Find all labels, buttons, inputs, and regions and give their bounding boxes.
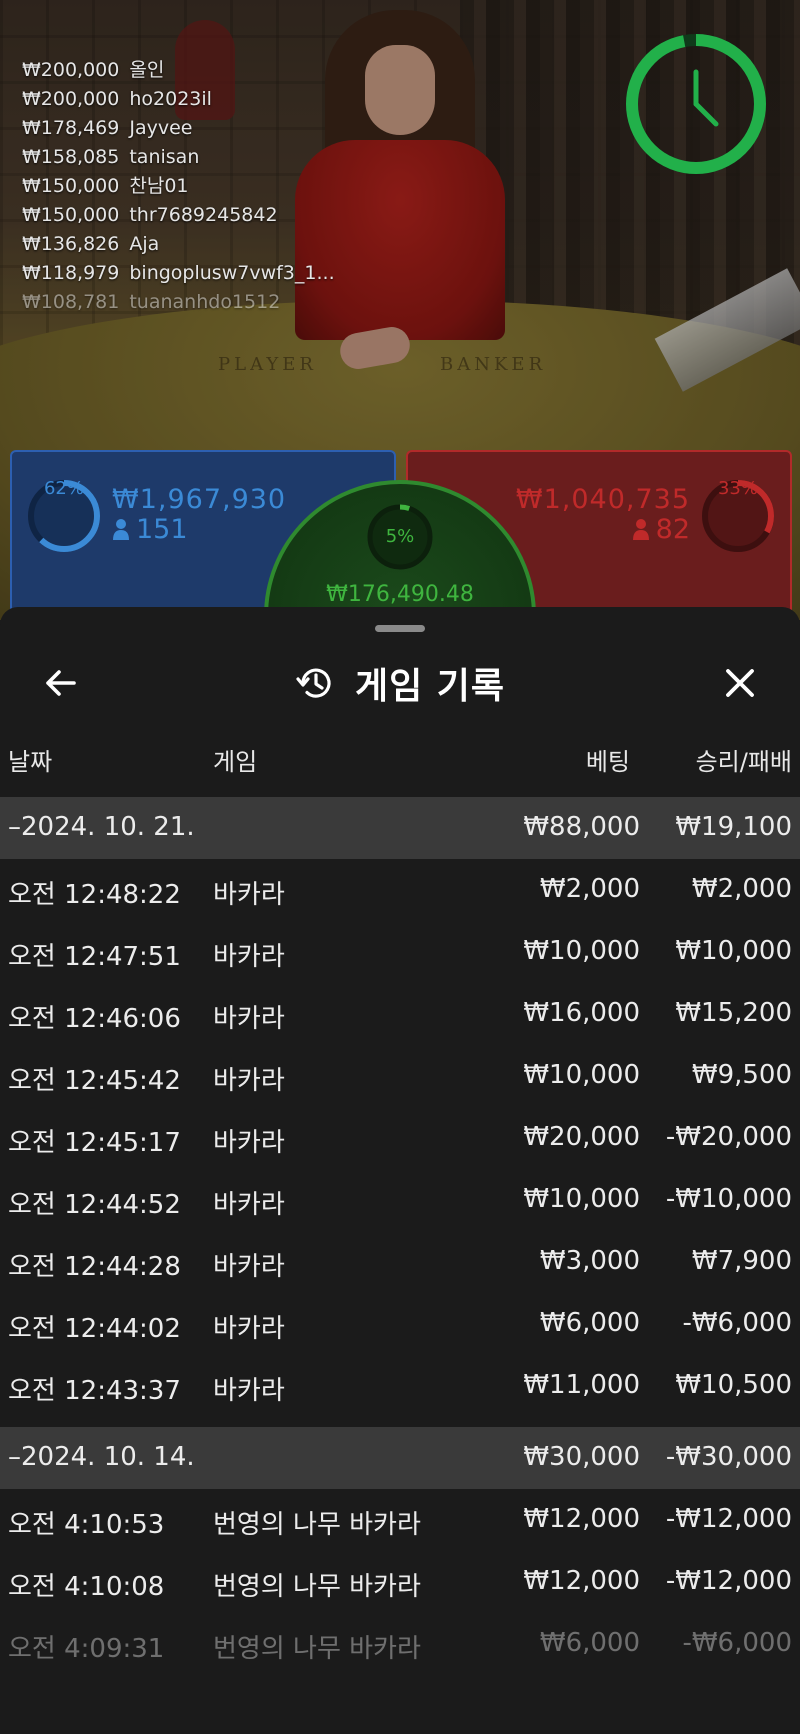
history-row[interactable]: 오전 4:09:31 번영의 나무 바카라 ₩6,000 -₩6,000 (0, 1613, 800, 1675)
player-percent: 62% (43, 478, 84, 499)
history-row[interactable]: 오전 12:44:28 바카라 ₩3,000 ₩7,900 (0, 1231, 800, 1293)
sheet-header: 게임 기록 (0, 647, 800, 719)
banker-bet-amount: ₩1,040,735 (515, 484, 690, 515)
column-game: 게임 (213, 748, 258, 776)
leaderboard-row: ₩200,000 올인 (22, 59, 165, 81)
arrow-left-icon (46, 670, 76, 696)
history-row[interactable]: 오전 4:10:08 번영의 나무 바카라 ₩12,000 -₩12,000 (0, 1551, 800, 1613)
leaderboard-row: ₩108,781 tuananhdo1512 (22, 291, 281, 313)
banker-count: 82 (632, 514, 690, 545)
back-button[interactable] (34, 657, 86, 709)
person-icon (632, 519, 649, 540)
leaderboard-row: ₩118,979 bingoplusw7vwf3_1... (22, 262, 335, 284)
close-icon (726, 669, 754, 697)
history-row[interactable]: 오전 12:45:17 바카라 ₩20,000 -₩20,000 (0, 1107, 800, 1169)
tie-percent: 5% (385, 526, 415, 547)
history-row[interactable]: 오전 12:47:51 바카라 ₩10,000 ₩10,000 (0, 921, 800, 983)
history-row[interactable]: 오전 4:10:53 번영의 나무 바카라 ₩12,000 -₩12,000 (0, 1489, 800, 1551)
history-row[interactable]: 오전 12:44:52 바카라 ₩10,000 -₩10,000 (0, 1169, 800, 1231)
close-button[interactable] (714, 657, 766, 709)
drag-handle[interactable] (375, 625, 425, 632)
history-row[interactable]: 오전 12:43:37 바카라 ₩11,000 ₩10,500 (0, 1355, 800, 1417)
player-bet-amount: ₩1,967,930 (112, 484, 287, 515)
history-row[interactable]: 오전 12:46:06 바카라 ₩16,000 ₩15,200 (0, 983, 800, 1045)
leaderboard-row: ₩200,000 ho2023il (22, 88, 212, 110)
column-date: 날짜 (8, 748, 53, 776)
winners-leaderboard: ₩200,000 올인 ₩200,000 ho2023il ₩178,469 Jayv… (22, 56, 335, 317)
sheet-title: 게임 기록 (354, 666, 505, 707)
leaderboard-row: ₩136,826 Aja (22, 233, 160, 255)
date-group-row[interactable]: –2024. 10. 21. ₩88,000 ₩19,100 (0, 797, 800, 859)
clock-icon (626, 34, 766, 174)
betting-timer (624, 32, 768, 176)
game-history-sheet: 게임 기록 날짜 게임 베팅 승리/패배 –2024. 10. 21. ₩88,… (0, 607, 800, 1734)
column-headers: 날짜 게임 베팅 승리/패배 (0, 734, 800, 776)
date-group-row[interactable]: –2024. 10. 14. ₩30,000 -₩30,000 (0, 1427, 800, 1489)
leaderboard-row: ₩150,000 thr7689245842 (22, 204, 278, 226)
history-icon (296, 668, 331, 698)
history-row[interactable]: 오전 12:48:22 바카라 ₩2,000 ₩2,000 (0, 859, 800, 921)
leaderboard-row: ₩158,085 tanisan (22, 146, 200, 168)
tie-bet-amount: ₩176,490.48 (326, 582, 474, 607)
player-count: 151 (112, 514, 188, 545)
history-row[interactable]: 오전 12:44:02 바카라 ₩6,000 -₩6,000 (0, 1293, 800, 1355)
banker-percent: 33% (717, 478, 758, 499)
leaderboard-row: ₩150,000 찬남01 (22, 175, 189, 197)
history-row[interactable]: 오전 12:45:42 바카라 ₩10,000 ₩9,500 (0, 1045, 800, 1107)
person-icon (113, 519, 129, 540)
column-result: 승리/패배 (695, 748, 792, 776)
column-bet: 베팅 (585, 748, 630, 776)
leaderboard-row: ₩178,469 Jayvee (22, 117, 193, 139)
